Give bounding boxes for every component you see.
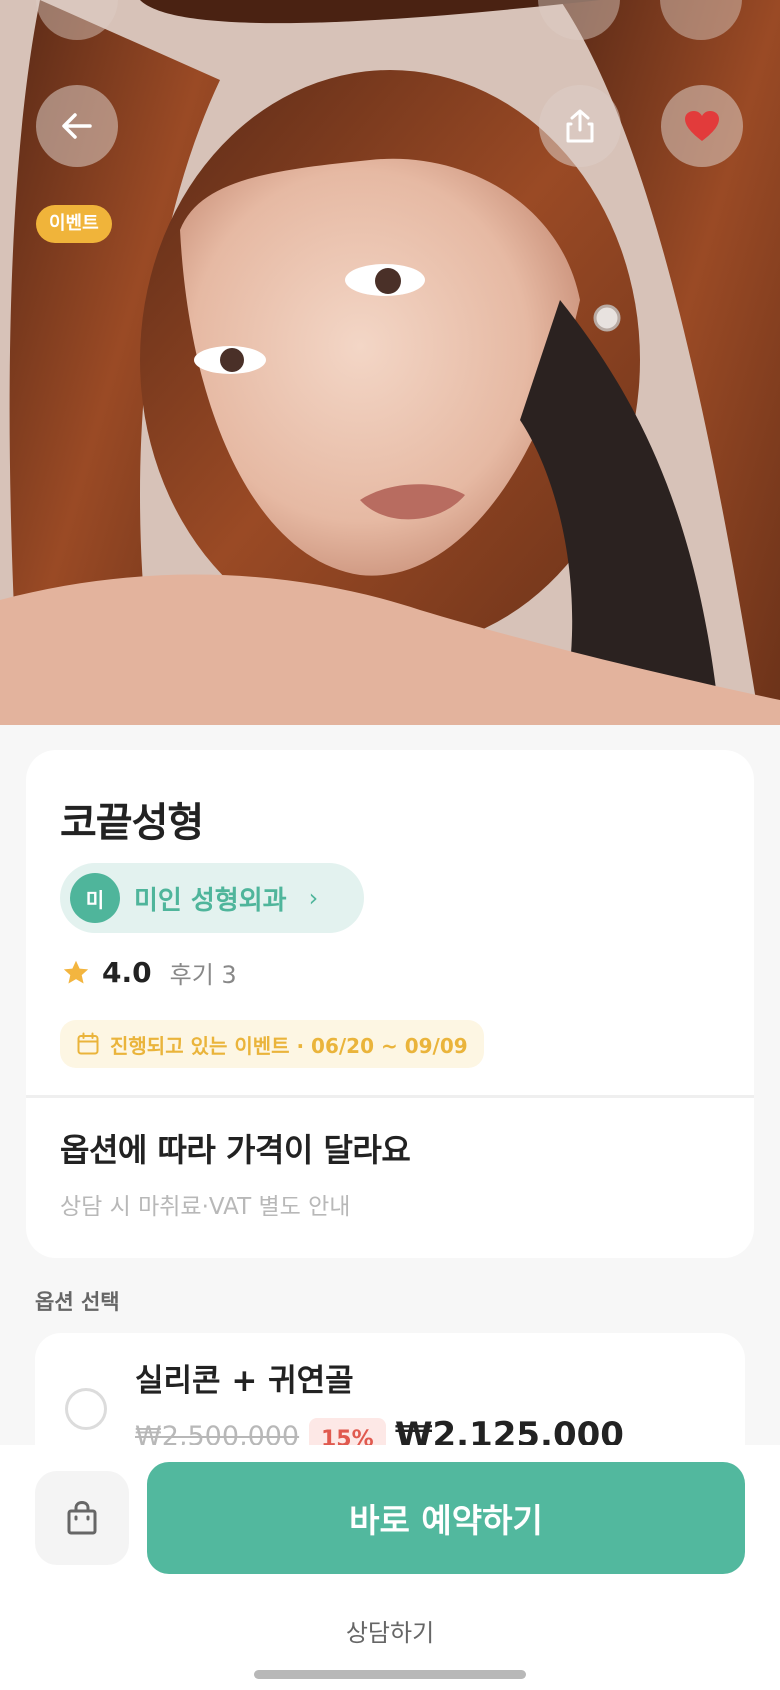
back-button[interactable] [36,85,118,167]
bottom-action-bar: 바로 예약하기 상담하기 [0,1445,780,1690]
option-radio[interactable] [65,1388,107,1430]
event-badge: 이벤트 [36,205,112,243]
chevron-right-icon: › [308,884,319,912]
cart-button[interactable] [35,1471,129,1565]
calendar-icon [77,1032,99,1055]
divider [26,1095,754,1098]
rating-row[interactable]: 4.0 후기 3 [62,955,237,990]
star-icon [63,960,89,983]
rating-value: 4.0 [102,956,152,989]
product-hero-image[interactable]: 이벤트 [0,0,780,725]
screen: 이벤트 코끝성형 미 미인 성형외과 › 4.0 후기 3 진행되고 있는 이벤… [0,0,780,1690]
review-count: 후기 3 [169,961,237,989]
option-name: 실리콘 + 귀연골 [135,1363,354,1399]
price-title: 옵션에 따라 가격이 달라요 [60,1131,411,1169]
product-title: 코끝성형 [60,800,204,846]
consult-link[interactable]: 상담하기 [0,1613,780,1648]
portrait-illustration [0,0,780,725]
share-button[interactable] [539,85,621,167]
like-button[interactable] [661,85,743,167]
back-icon-ghost [36,0,118,40]
event-period-banner: 진행되고 있는 이벤트 · 06/20 ~ 09/09 [60,1020,484,1068]
clinic-avatar: 미 [70,873,120,923]
product-info-card: 코끝성형 미 미인 성형외과 › 4.0 후기 3 진행되고 있는 이벤트 · … [26,750,754,1258]
arrow-left-icon [62,113,92,139]
share-icon [566,109,594,143]
shopping-bag-icon [67,1500,97,1535]
ghost-toolbar-artifact [0,0,780,48]
heart-icon [685,111,719,141]
clinic-chip[interactable]: 미 미인 성형외과 › [60,863,364,933]
event-period-text: 진행되고 있는 이벤트 · 06/20 ~ 09/09 [110,1033,468,1058]
home-indicator [254,1670,526,1679]
clinic-name: 미인 성형외과 [134,885,287,916]
share-icon-ghost [538,0,620,40]
heart-icon-ghost [660,0,742,40]
reserve-button[interactable]: 바로 예약하기 [147,1462,745,1574]
price-note: 상담 시 마취료·VAT 별도 안내 [60,1194,351,1220]
options-section-label: 옵션 선택 [35,1290,120,1314]
